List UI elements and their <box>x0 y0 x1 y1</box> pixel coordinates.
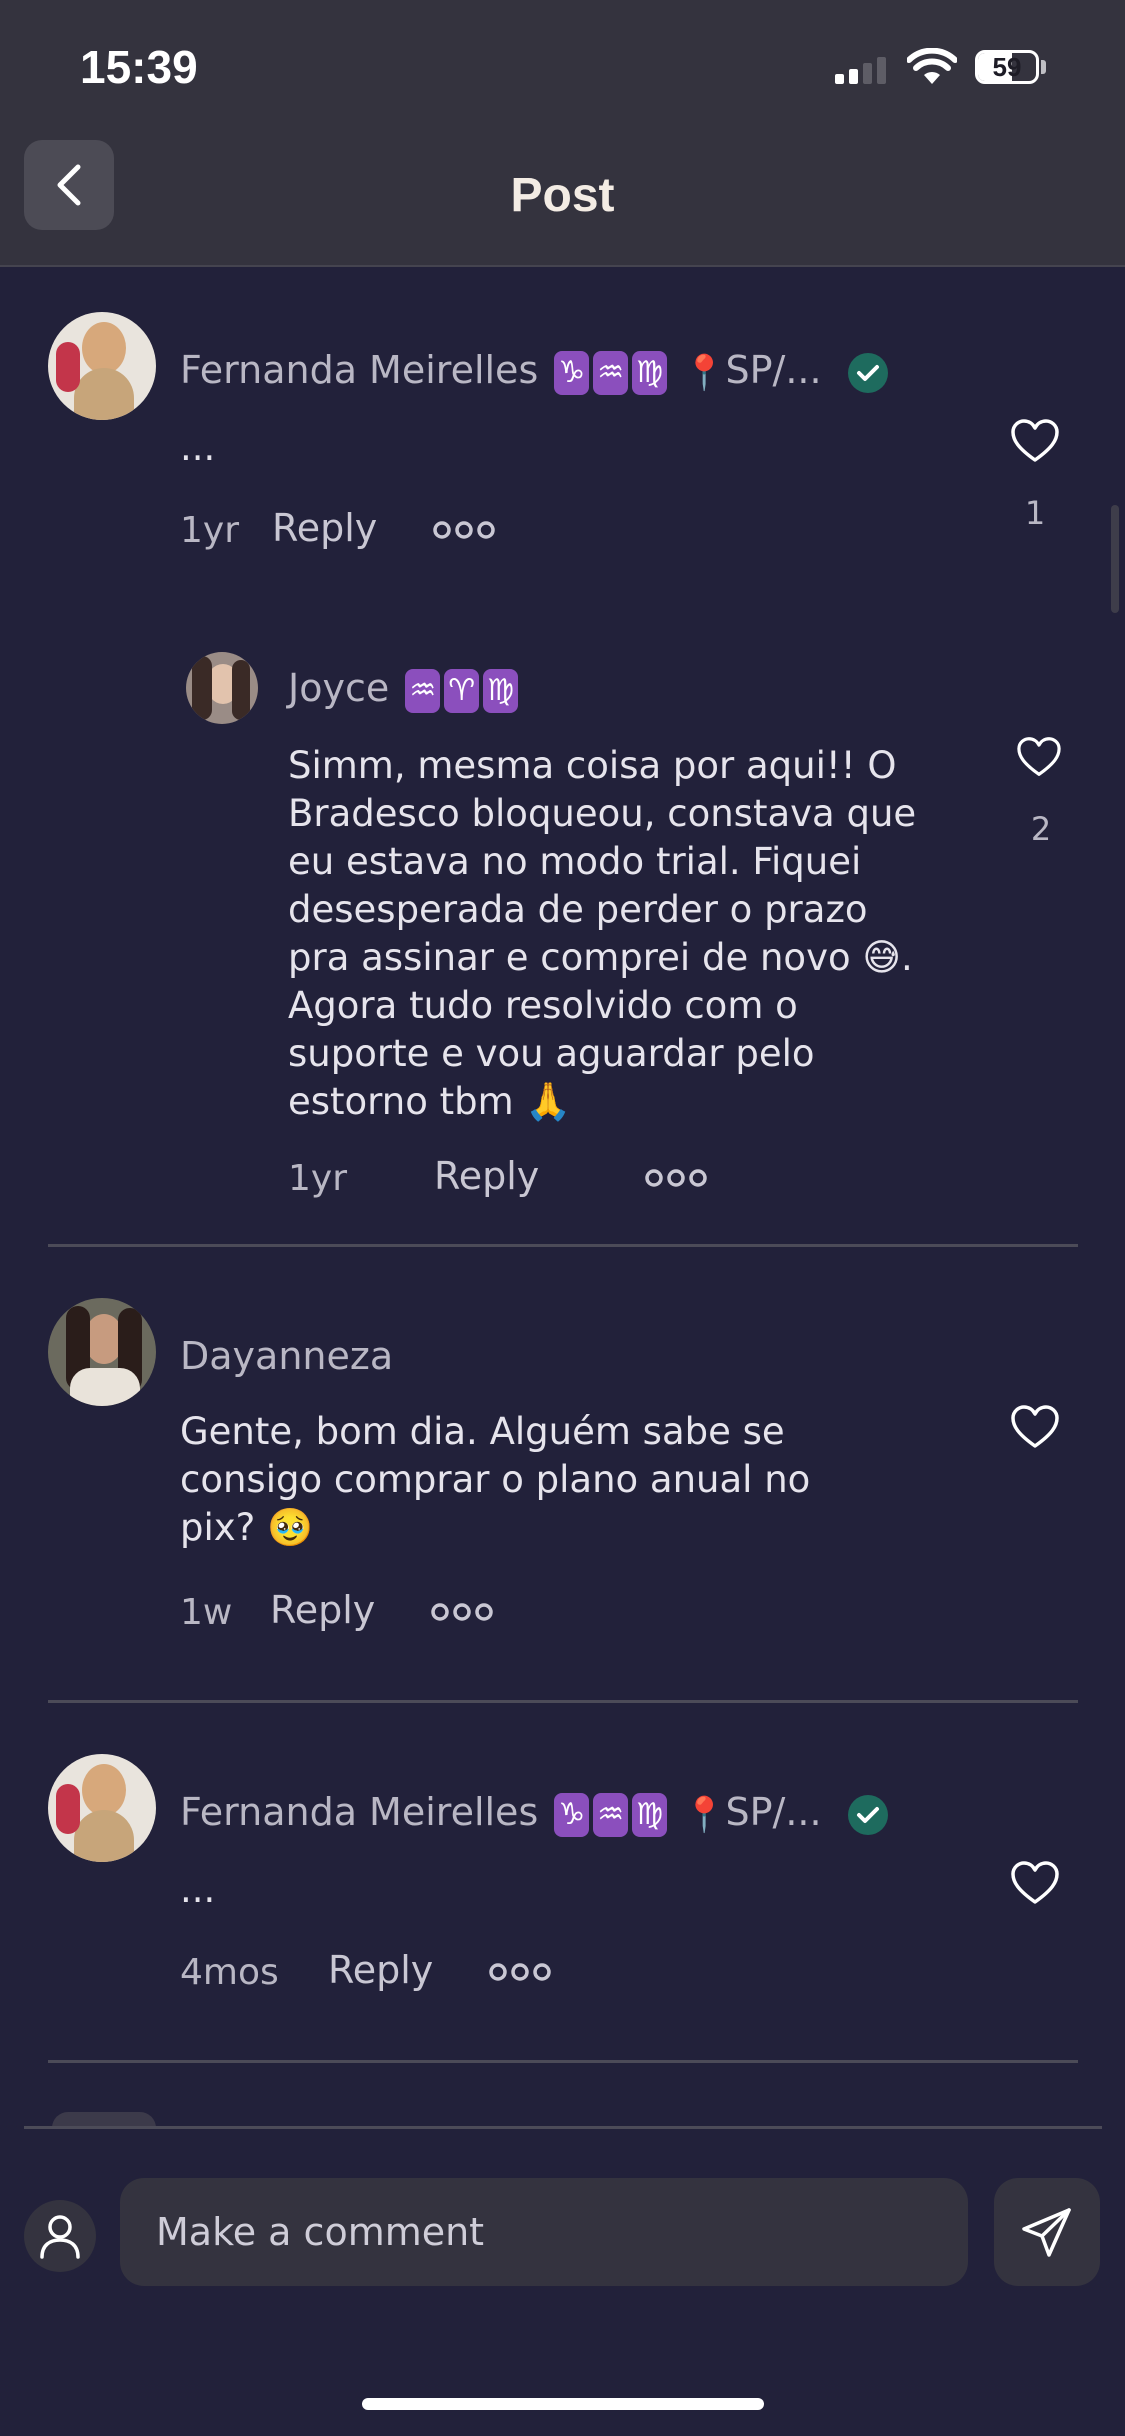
avatar[interactable] <box>48 312 156 420</box>
comment-text: Gente, bom dia. Alguém sabe se consigo c… <box>180 1408 940 1552</box>
user-icon <box>40 2215 80 2259</box>
pleading-face-emoji: 🥹 <box>267 1506 314 1549</box>
pin-icon: 📍 <box>683 352 726 393</box>
comment-text: ... <box>180 426 216 469</box>
heart-icon[interactable] <box>1010 1404 1060 1450</box>
reply-button[interactable]: Reply <box>434 1154 539 1198</box>
reply-time: 1yr <box>288 1158 348 1199</box>
home-indicator[interactable] <box>362 2398 764 2410</box>
signal-icon <box>835 54 893 84</box>
divider <box>24 2126 1102 2129</box>
text-line: Gente, bom dia. Alguém sabe se <box>180 1410 785 1453</box>
send-button[interactable] <box>994 2178 1100 2286</box>
comment-time: 1yr <box>180 510 240 551</box>
author-name: Fernanda Meirelles <box>180 1790 539 1834</box>
like-count: 1 <box>1024 494 1046 532</box>
more-dots-icon[interactable] <box>432 518 496 542</box>
status-time: 15:39 <box>80 41 198 93</box>
comment-text: ... <box>180 1868 216 1911</box>
reply-author[interactable]: Joyce ♒ ♈ ♍ <box>288 666 519 713</box>
more-dots-icon[interactable] <box>430 1600 494 1624</box>
zodiac-badge: ♒ <box>593 350 629 395</box>
reply-button[interactable]: Reply <box>272 506 377 550</box>
comment-author[interactable]: Dayanneza <box>180 1334 393 1378</box>
author-location: SP/... <box>725 1790 822 1834</box>
avatar[interactable] <box>48 1754 156 1862</box>
zodiac-badge: ♒ <box>405 668 441 713</box>
heart-icon[interactable] <box>1010 418 1060 464</box>
text-line: pra assinar e comprei de novo 😅. <box>288 936 913 979</box>
more-dots-icon[interactable] <box>488 1960 552 1984</box>
zodiac-badge: ♍ <box>632 1792 668 1837</box>
text-line: Agora tudo resolvido com o <box>288 984 798 1027</box>
zodiac-badge: ♍ <box>632 350 668 395</box>
comment-time: 4mos <box>180 1952 279 1993</box>
praying-hands-emoji: 🙏 <box>525 1080 572 1123</box>
author-location: SP/... <box>725 348 822 392</box>
comment-author[interactable]: Fernanda Meirelles ♑ ♒ ♍ 📍SP/... <box>180 348 888 395</box>
divider <box>48 1700 1078 1703</box>
text-line-content: estorno tbm <box>288 1080 514 1123</box>
text-line: Simm, mesma coisa por aqui!! O <box>288 744 897 787</box>
comment-input[interactable] <box>120 2178 968 2286</box>
wifi-icon <box>907 48 957 84</box>
zodiac-badge: ♒ <box>593 1792 629 1837</box>
reply-button[interactable]: Reply <box>270 1588 375 1632</box>
more-dots-icon[interactable] <box>644 1166 708 1190</box>
author-name: Joyce <box>288 666 390 710</box>
top-bar: 15:39 59 Post <box>0 0 1125 267</box>
profile-button[interactable] <box>24 2200 96 2272</box>
comment-time: 1w <box>180 1592 233 1633</box>
zodiac-badge: ♑ <box>554 1792 590 1837</box>
text-line: estorno tbm 🙏 <box>288 1078 988 1126</box>
zodiac-badge: ♈ <box>444 668 480 713</box>
text-line-content: pra assinar e comprei de novo <box>288 936 851 979</box>
sweat-smile-emoji: 😅 <box>862 936 901 979</box>
text-line: eu estava no modo trial. Fiquei <box>288 840 862 883</box>
divider <box>48 1244 1078 1247</box>
page-title: Post <box>510 169 615 222</box>
verified-check-icon <box>847 1794 888 1835</box>
battery-icon: 59 <box>975 50 1039 84</box>
author-name: Fernanda Meirelles <box>180 348 539 392</box>
zodiac-badge: ♍ <box>483 668 519 713</box>
like-count: 2 <box>1030 810 1052 848</box>
battery-percent: 59 <box>992 52 1022 82</box>
reply-text: Simm, mesma coisa por aqui!! O Bradesco … <box>288 742 988 1126</box>
text-line: Bradesco bloqueou, constava que <box>288 792 917 835</box>
comment-author[interactable]: Fernanda Meirelles ♑ ♒ ♍ 📍SP/... <box>180 1790 888 1837</box>
text-line: desesperada de perder o prazo <box>288 888 868 931</box>
verified-check-icon <box>847 352 888 393</box>
avatar[interactable] <box>186 652 258 724</box>
reply-button[interactable]: Reply <box>328 1948 433 1992</box>
pin-icon: 📍 <box>683 1794 726 1835</box>
send-icon <box>1022 2208 1071 2257</box>
avatar[interactable] <box>48 1298 156 1406</box>
divider <box>48 2060 1078 2063</box>
status-indicators: 59 <box>835 48 1085 88</box>
text-line: consigo comprar o plano anual no <box>180 1458 811 1501</box>
text-line: suporte e vou aguardar pelo <box>288 1032 815 1075</box>
text-line: pix? 🥹 <box>180 1504 940 1552</box>
comment-composer <box>0 2130 1125 2436</box>
heart-icon[interactable] <box>1010 1860 1060 1906</box>
zodiac-badge: ♑ <box>554 350 590 395</box>
heart-icon[interactable] <box>1016 736 1062 778</box>
scrollbar[interactable] <box>1111 505 1119 613</box>
text-line-content: pix? <box>180 1506 256 1549</box>
